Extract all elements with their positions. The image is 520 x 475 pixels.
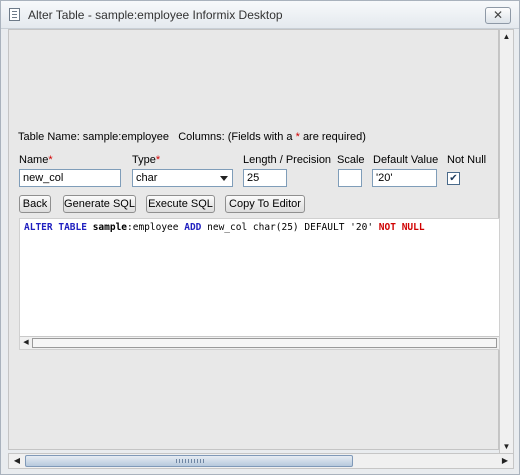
back-button[interactable]: Back: [19, 195, 51, 213]
scale-label: Scale: [337, 154, 365, 166]
scroll-right-arrow-icon[interactable]: ▶: [498, 455, 512, 467]
default-value-field[interactable]: '20': [372, 169, 437, 187]
scroll-grip-icon: [176, 459, 204, 463]
not-null-checkbox[interactable]: ✔: [447, 172, 460, 185]
length-label: Length / Precision: [243, 154, 332, 166]
scroll-up-arrow-icon[interactable]: ▲: [501, 30, 512, 43]
vertical-scrollbar[interactable]: ▲ ▼: [499, 29, 514, 454]
table-name-label: Table Name: sample:employee: [18, 131, 170, 143]
title-bar: Alter Table - sample:employee Informix D…: [1, 1, 519, 29]
sql-keyword-default: DEFAULT: [304, 222, 345, 233]
sql-column-definition: new_col char(25): [207, 222, 299, 233]
type-select[interactable]: char: [132, 169, 233, 187]
columns-hint-prefix: Columns: (Fields with a: [178, 131, 293, 143]
sql-preview-area[interactable]: ALTER TABLE sample:employee ADD new_col …: [19, 218, 500, 350]
close-button[interactable]: ✕: [485, 7, 511, 24]
type-select-value: char: [136, 172, 158, 184]
sql-statement: ALTER TABLE sample:employee ADD new_col …: [24, 222, 425, 233]
type-label: Type*: [132, 154, 161, 166]
sql-keyword-null: NULL: [401, 222, 425, 233]
horizontal-scrollbar[interactable]: ◀ ▶: [8, 453, 514, 469]
scroll-left-arrow-icon[interactable]: ◀: [10, 455, 24, 467]
not-null-label: Not Null: [447, 154, 487, 166]
sql-scroll-left-arrow-icon[interactable]: ◀: [21, 337, 31, 349]
name-label: Name*: [19, 154, 53, 166]
sql-keyword-alter: ALTER: [24, 222, 53, 233]
alter-table-window: Alter Table - sample:employee Informix D…: [0, 0, 520, 475]
window-title: Alter Table - sample:employee Informix D…: [28, 8, 283, 22]
copy-to-editor-button[interactable]: Copy To Editor: [225, 195, 305, 213]
sql-database: sample: [92, 222, 128, 233]
sql-keyword-table: TABLE: [58, 222, 87, 233]
horizontal-scroll-thumb[interactable]: [25, 455, 353, 467]
columns-hint-suffix: are required): [302, 131, 366, 143]
sql-table-name: :employee: [127, 222, 179, 233]
scale-field[interactable]: [338, 169, 362, 187]
name-field[interactable]: new_col: [19, 169, 121, 187]
default-value-label: Default Value: [373, 154, 439, 166]
sql-default-value: '20': [350, 222, 374, 233]
required-marker: *: [295, 131, 300, 143]
generate-sql-button[interactable]: Generate SQL: [63, 195, 136, 213]
execute-sql-button[interactable]: Execute SQL: [146, 195, 215, 213]
sql-scroll-thumb[interactable]: [32, 338, 497, 348]
sql-horizontal-scrollbar[interactable]: ◀: [20, 336, 499, 349]
sql-keyword-not: NOT: [378, 222, 396, 233]
length-field[interactable]: 25: [243, 169, 287, 187]
table-name-heading: Table Name: sample:employee Columns: (Fi…: [18, 131, 366, 143]
chevron-down-icon[interactable]: [220, 176, 228, 181]
window-icon: [9, 8, 20, 21]
sql-keyword-add: ADD: [184, 222, 202, 233]
scroll-down-arrow-icon[interactable]: ▼: [501, 440, 512, 453]
checkmark-icon: ✔: [449, 173, 458, 184]
